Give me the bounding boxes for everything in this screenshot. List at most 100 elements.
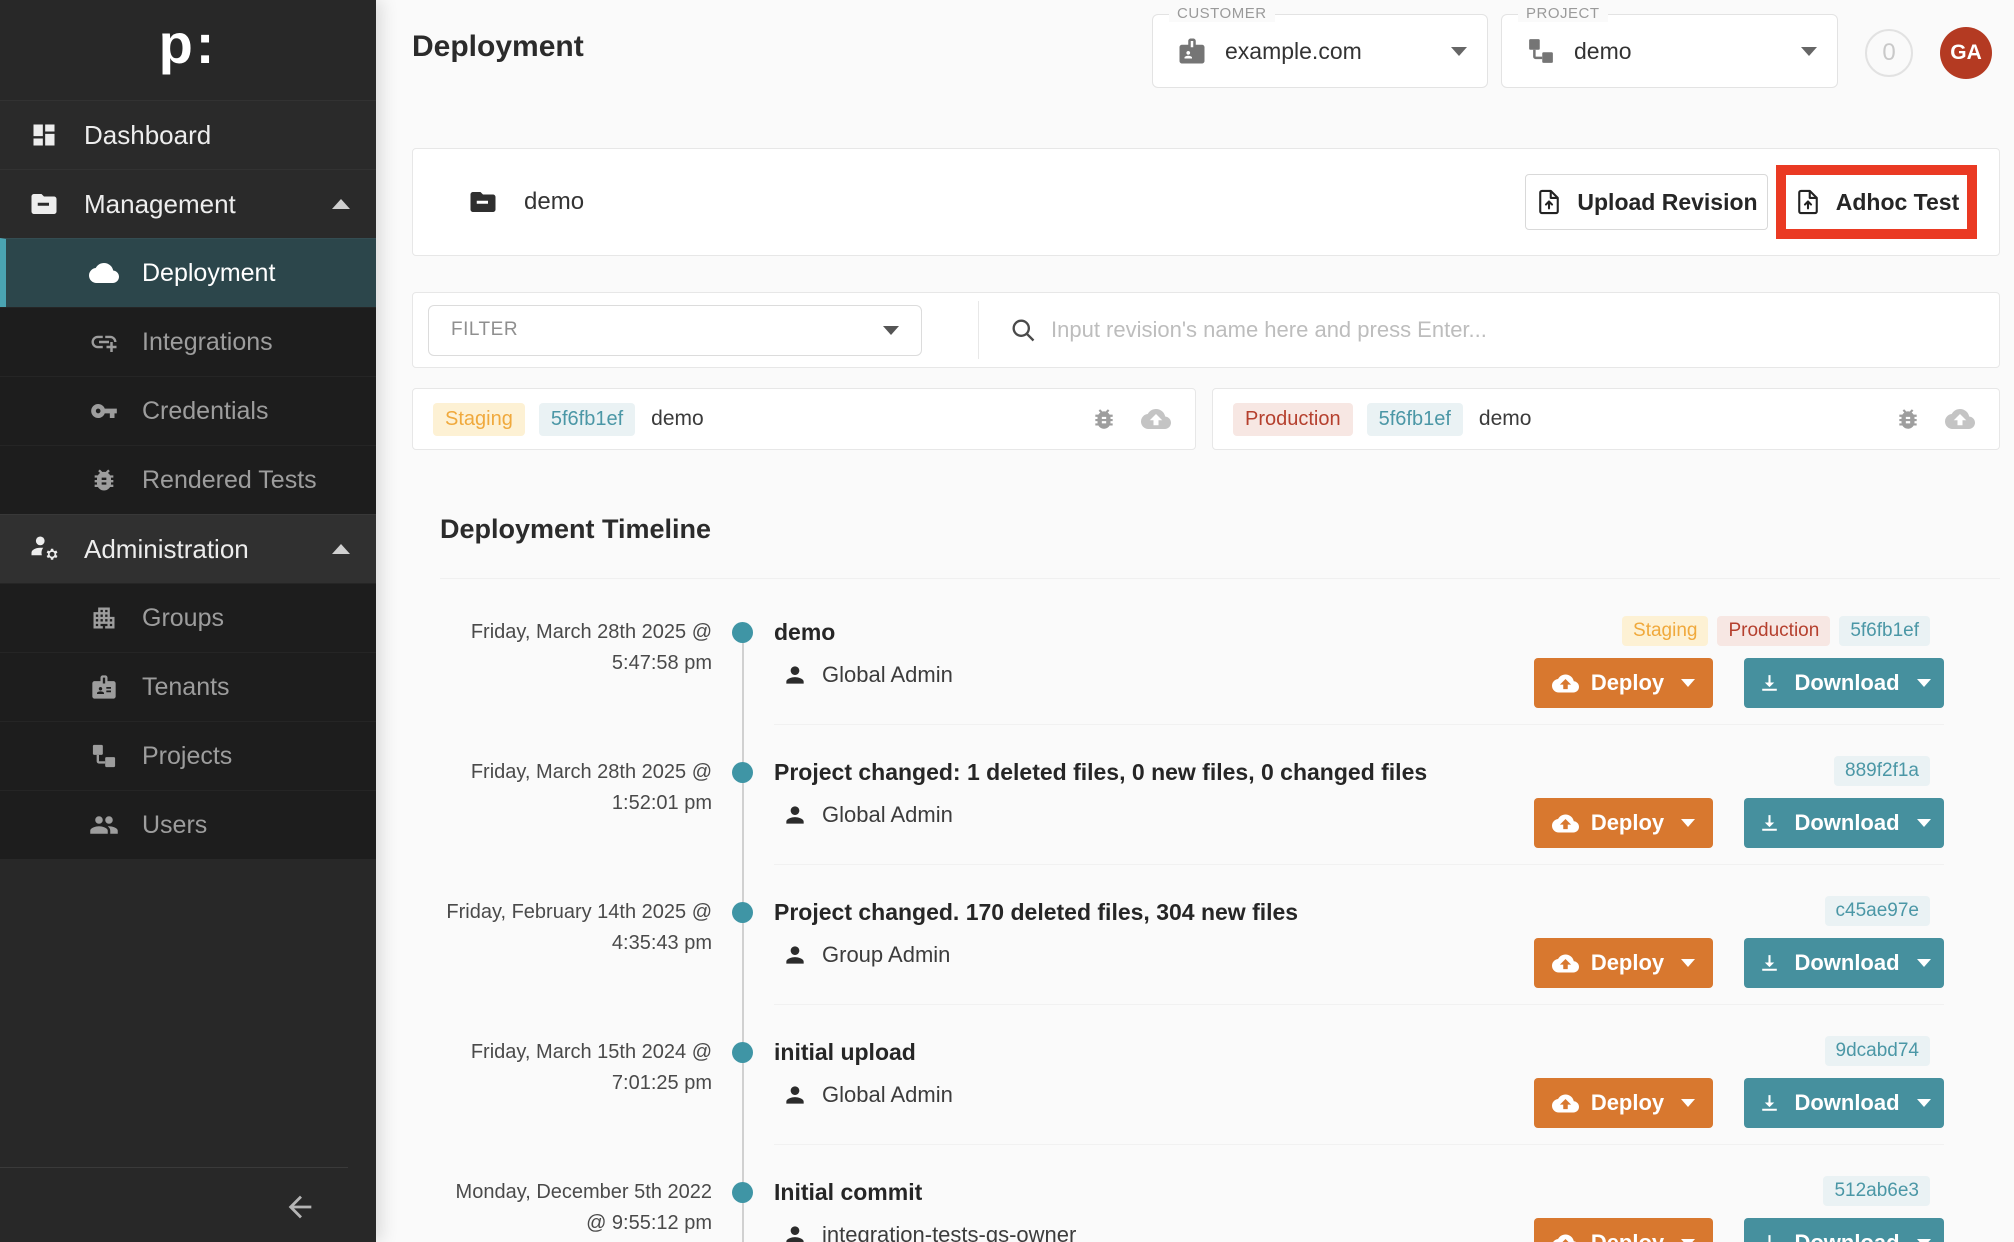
timeline-dot [732, 902, 753, 923]
chevron-down-icon [1917, 819, 1931, 827]
project-selector[interactable]: PROJECT demo [1501, 14, 1838, 88]
staging-badge: Staging [1622, 616, 1708, 646]
adhoc-test-button[interactable]: Adhoc Test [1786, 175, 1967, 229]
badge-icon [88, 673, 120, 701]
revision-hash-badge: 5f6fb1ef [539, 403, 635, 436]
row-divider [774, 1004, 1944, 1005]
filter-dropdown-label: FILTER [451, 319, 518, 341]
deployment-app: p: Dashboard Management Deployment Integ… [0, 0, 2014, 1242]
arrow-left-icon [283, 1190, 317, 1227]
deploy-button[interactable]: Deploy [1534, 798, 1713, 848]
building-icon [88, 604, 120, 632]
environment-revision-name: demo [1479, 407, 1532, 431]
download-button[interactable]: Download [1744, 798, 1944, 848]
revision-title: Project changed: 1 deleted files, 0 new … [774, 759, 1427, 786]
chevron-down-icon [1917, 959, 1931, 967]
page-title: Deployment [412, 30, 584, 64]
person-icon [782, 802, 808, 828]
sidebar-item-label: Tenants [142, 673, 230, 702]
download-button[interactable]: Download [1744, 1218, 1944, 1242]
collapse-sidebar-button[interactable] [278, 1186, 322, 1230]
sidebar-item-groups[interactable]: Groups [0, 583, 376, 652]
search-input[interactable] [1051, 317, 1999, 343]
staging-badge: Staging [433, 403, 525, 436]
timeline-date: Friday, March 15th 2024 @ 7:01:25 pm [420, 1037, 712, 1099]
production-environment-card: Production 5f6fb1ef demo [1212, 388, 2000, 450]
sidebar-item-projects[interactable]: Projects [0, 721, 376, 790]
sidebar-item-administration[interactable]: Administration [0, 514, 376, 583]
cloud-upload-icon [1552, 1090, 1579, 1117]
avatar[interactable]: GA [1940, 27, 1992, 79]
download-icon [1757, 671, 1782, 696]
people-icon [88, 810, 120, 840]
upload-revision-button[interactable]: Upload Revision [1525, 174, 1768, 230]
row-divider [774, 724, 1944, 725]
deploy-button[interactable]: Deploy [1534, 658, 1713, 708]
download-icon [1757, 1231, 1782, 1242]
revision-hash-badge: 889f2f1a [1834, 756, 1930, 786]
notification-badge[interactable]: 0 [1865, 29, 1913, 77]
bug-icon[interactable] [1895, 406, 1921, 432]
revision-hash-badge: c45ae97e [1825, 896, 1930, 926]
revision-author: Global Admin [782, 662, 953, 688]
chevron-down-icon [1917, 1099, 1931, 1107]
chevron-down-icon [1451, 47, 1467, 56]
download-button[interactable]: Download [1744, 1078, 1944, 1128]
sidebar-item-tenants[interactable]: Tenants [0, 652, 376, 721]
revision-hash-badge: 512ab6e3 [1823, 1176, 1930, 1206]
sidebar-item-deployment[interactable]: Deployment [0, 238, 376, 307]
sidebar-item-rendered-tests[interactable]: Rendered Tests [0, 445, 376, 514]
sidebar-item-management[interactable]: Management [0, 169, 376, 238]
sidebar-item-label: Projects [142, 742, 232, 771]
sidebar-item-dashboard[interactable]: Dashboard [0, 100, 376, 169]
sidebar-item-label: Administration [84, 534, 249, 565]
sidebar-item-label: Deployment [142, 259, 275, 288]
revision-hash-badge: 9dcabd74 [1825, 1036, 1930, 1066]
customer-selector-value: example.com [1225, 38, 1362, 65]
timeline-entry: Friday, March 15th 2024 @ 7:01:25 pm ini… [440, 1028, 2000, 1168]
revision-hash-badge: 5f6fb1ef [1367, 403, 1463, 436]
deploy-button[interactable]: Deploy [1534, 1218, 1713, 1242]
project-selector-value: demo [1574, 38, 1632, 65]
revision-hash-badge: 5f6fb1ef [1839, 616, 1930, 646]
sidebar-item-label: Dashboard [84, 120, 211, 151]
environment-revision-name: demo [651, 407, 704, 431]
manage-accounts-icon [28, 534, 60, 564]
sidebar-item-users[interactable]: Users [0, 790, 376, 859]
download-icon [1757, 1091, 1782, 1116]
revision-author: Global Admin [782, 802, 953, 828]
chevron-down-icon [1681, 959, 1695, 967]
customer-selector[interactable]: CUSTOMER example.com [1152, 14, 1488, 88]
chevron-down-icon [883, 326, 899, 335]
chevron-down-icon [1681, 819, 1695, 827]
search-icon [1009, 316, 1037, 344]
revision-title: initial upload [774, 1039, 916, 1066]
dashboard-icon [28, 121, 60, 149]
chevron-down-icon [1681, 1099, 1695, 1107]
download-icon [1757, 811, 1782, 836]
filter-dropdown[interactable]: FILTER [428, 305, 922, 356]
download-button[interactable]: Download [1744, 938, 1944, 988]
sidebar-item-label: Management [84, 189, 236, 220]
timeline-dot [732, 1042, 753, 1063]
deploy-button[interactable]: Deploy [1534, 938, 1713, 988]
revision-title: Project changed. 170 deleted files, 304 … [774, 899, 1298, 926]
hierarchy-icon [88, 742, 120, 770]
timeline-date: Monday, December 5th 2022 @ 9:55:12 pm [420, 1177, 712, 1239]
customer-selector-label: CUSTOMER [1169, 5, 1275, 22]
sidebar-item-integrations[interactable]: Integrations [0, 307, 376, 376]
deploy-button[interactable]: Deploy [1534, 1078, 1713, 1128]
timeline-date: Friday, March 28th 2025 @ 5:47:58 pm [420, 617, 712, 679]
bug-icon[interactable] [1091, 406, 1117, 432]
folder-icon [468, 187, 498, 217]
sidebar-item-credentials[interactable]: Credentials [0, 376, 376, 445]
project-name: demo [524, 188, 584, 216]
timeline-dot [732, 622, 753, 643]
cloud-upload-icon[interactable] [1141, 404, 1171, 434]
download-button[interactable]: Download [1744, 658, 1944, 708]
search-box [979, 316, 1999, 344]
revision-author: integration-tests-gs-owner [782, 1222, 1076, 1242]
timeline-title-divider [440, 578, 2000, 579]
cloud-upload-icon[interactable] [1945, 404, 1975, 434]
key-icon [88, 397, 120, 425]
